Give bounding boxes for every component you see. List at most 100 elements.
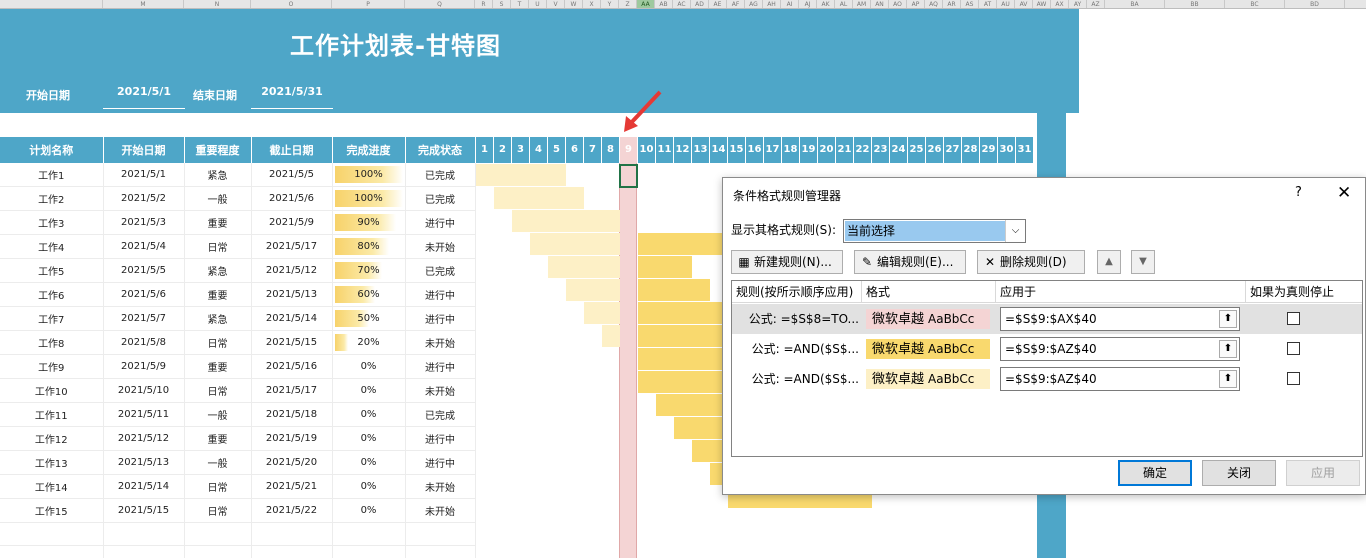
ok-button[interactable]: 确定 [1118, 460, 1192, 486]
table-cell[interactable]: 已完成 [405, 163, 476, 187]
new-rule-button[interactable]: ▦ 新建规则(N)... [731, 250, 843, 274]
table-cell[interactable]: 工作6 [0, 282, 104, 307]
table-cell[interactable]: 工作11 [0, 402, 104, 427]
table-cell[interactable]: 60% [332, 282, 406, 307]
column-letter[interactable]: AZ [1087, 0, 1105, 8]
column-letter[interactable]: AP [907, 0, 925, 8]
table-cell[interactable] [184, 522, 252, 546]
column-letter[interactable]: AH [763, 0, 781, 8]
table-cell[interactable]: 2021/5/12 [103, 426, 185, 451]
table-cell[interactable]: 2021/5/10 [103, 378, 185, 403]
table-cell[interactable] [251, 545, 333, 558]
column-letter[interactable]: P [332, 0, 405, 8]
table-cell[interactable]: 进行中 [405, 306, 476, 331]
end-date-value[interactable]: 2021/5/31 [251, 77, 333, 109]
table-cell[interactable]: 日常 [184, 234, 252, 259]
table-cell[interactable]: 工作2 [0, 186, 104, 211]
table-cell[interactable]: 工作8 [0, 330, 104, 355]
table-cell[interactable]: 2021/5/20 [251, 450, 333, 475]
table-cell[interactable]: 20% [332, 330, 406, 355]
apply-button[interactable]: 应用 [1286, 460, 1360, 486]
table-cell[interactable]: 已完成 [405, 258, 476, 283]
selected-cell[interactable] [619, 164, 638, 188]
column-letter[interactable]: Q [405, 0, 475, 8]
close-icon[interactable]: ✕ [1337, 183, 1351, 203]
table-cell[interactable] [332, 545, 406, 558]
table-cell[interactable]: 未开始 [405, 378, 476, 403]
table-cell[interactable]: 工作14 [0, 474, 104, 499]
table-cell[interactable] [332, 522, 406, 546]
table-cell[interactable]: 2021/5/4 [103, 234, 185, 259]
column-letter[interactable]: BB [1165, 0, 1225, 8]
table-cell[interactable] [0, 545, 104, 558]
range-select-icon[interactable]: ⬆ [1219, 370, 1237, 388]
table-cell[interactable]: 100% [332, 186, 406, 211]
table-cell[interactable]: 2021/5/9 [103, 354, 185, 379]
table-cell[interactable]: 2021/5/13 [103, 450, 185, 475]
column-letter[interactable]: AA [637, 0, 655, 8]
table-cell[interactable]: 未开始 [405, 498, 476, 523]
column-letter[interactable]: BC [1225, 0, 1285, 8]
column-letter[interactable]: AC [673, 0, 691, 8]
table-cell[interactable]: 工作15 [0, 498, 104, 523]
table-cell[interactable]: 工作3 [0, 210, 104, 235]
column-letter[interactable]: V [547, 0, 565, 8]
move-up-icon[interactable]: ▲ [1097, 250, 1121, 274]
table-cell[interactable]: 进行中 [405, 354, 476, 379]
table-cell[interactable] [103, 545, 185, 558]
table-cell[interactable]: 日常 [184, 474, 252, 499]
table-cell[interactable]: 工作1 [0, 163, 104, 187]
column-letter[interactable]: AY [1069, 0, 1087, 8]
table-cell[interactable]: 工作7 [0, 306, 104, 331]
table-cell[interactable]: 2021/5/6 [103, 282, 185, 307]
column-letter[interactable]: S [493, 0, 511, 8]
table-cell[interactable]: 2021/5/16 [251, 354, 333, 379]
table-cell[interactable] [405, 522, 476, 546]
table-cell[interactable] [251, 522, 333, 546]
rule-row[interactable]: 公式: =$S$8=TO... 微软卓越 AaBbCc =$S$9:$AX$40 ⬆ [732, 304, 1362, 334]
column-letter[interactable]: AX [1051, 0, 1069, 8]
applies-to-input[interactable]: =$S$9:$AX$40 ⬆ [1000, 307, 1240, 331]
table-cell[interactable]: 一般 [184, 186, 252, 211]
help-button[interactable]: ? [1295, 185, 1302, 200]
column-letter[interactable]: AR [943, 0, 961, 8]
column-letter[interactable]: AL [835, 0, 853, 8]
table-cell[interactable] [0, 522, 104, 546]
column-letter[interactable]: AW [1033, 0, 1051, 8]
column-letter[interactable]: AU [997, 0, 1015, 8]
table-cell[interactable]: 2021/5/8 [103, 330, 185, 355]
start-date-value[interactable]: 2021/5/1 [103, 77, 185, 109]
rule-row[interactable]: 公式: =AND($S$... 微软卓越 AaBbCc =$S$9:$AZ$40 ⬆ [732, 334, 1362, 364]
table-cell[interactable]: 2021/5/6 [251, 186, 333, 211]
table-cell[interactable]: 2021/5/7 [103, 306, 185, 331]
table-cell[interactable]: 工作9 [0, 354, 104, 379]
column-letter[interactable]: AI [781, 0, 799, 8]
table-cell[interactable]: 2021/5/14 [251, 306, 333, 331]
table-cell[interactable]: 紧急 [184, 163, 252, 187]
stop-if-true-checkbox[interactable] [1287, 342, 1300, 355]
table-cell[interactable]: 已完成 [405, 402, 476, 427]
range-select-icon[interactable]: ⬆ [1219, 310, 1237, 328]
table-cell[interactable]: 0% [332, 402, 406, 427]
rule-row[interactable]: 公式: =AND($S$... 微软卓越 AaBbCc =$S$9:$AZ$40 ⬆ [732, 364, 1362, 394]
column-letter[interactable]: T [511, 0, 529, 8]
table-cell[interactable]: 紧急 [184, 306, 252, 331]
table-cell[interactable]: 2021/5/1 [103, 163, 185, 187]
column-letter[interactable]: R [475, 0, 493, 8]
table-cell[interactable] [184, 545, 252, 558]
column-letter[interactable]: U [529, 0, 547, 8]
table-cell[interactable]: 2021/5/3 [103, 210, 185, 235]
column-letter[interactable]: AS [961, 0, 979, 8]
table-cell[interactable]: 日常 [184, 498, 252, 523]
column-letter[interactable]: Y [601, 0, 619, 8]
edit-rule-button[interactable]: ✎ 编辑规则(E)... [854, 250, 966, 274]
table-cell[interactable]: 2021/5/5 [103, 258, 185, 283]
column-letter[interactable]: AM [853, 0, 871, 8]
table-cell[interactable]: 2021/5/13 [251, 282, 333, 307]
table-cell[interactable]: 工作12 [0, 426, 104, 451]
table-cell[interactable]: 2021/5/17 [251, 378, 333, 403]
table-cell[interactable]: 工作13 [0, 450, 104, 475]
chevron-down-icon[interactable]: ⌵ [1005, 220, 1025, 242]
table-cell[interactable]: 未开始 [405, 330, 476, 355]
column-letter[interactable]: AJ [799, 0, 817, 8]
